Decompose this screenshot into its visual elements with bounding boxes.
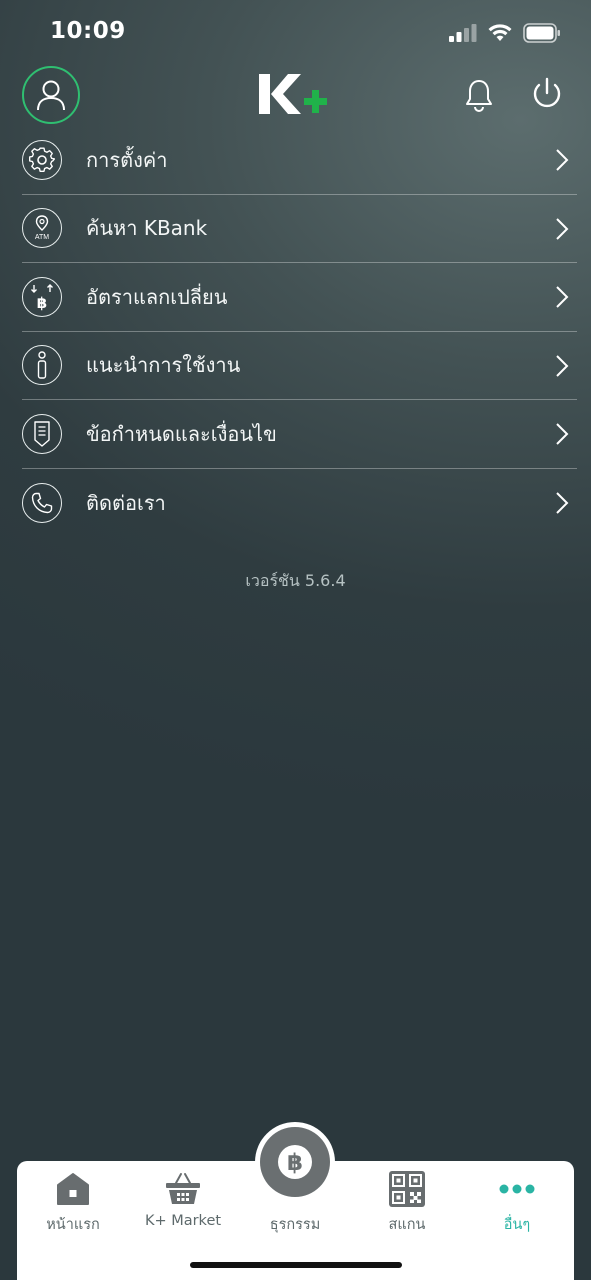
menu-item-exchange-rate[interactable]: ฿ อัตราแลกเปลี่ยน — [22, 263, 577, 332]
atm-location-icon: ATM — [22, 208, 62, 249]
menu-label-settings: การตั้งค่า — [86, 147, 168, 172]
version-text: เวอร์ชัน 5.6.4 — [245, 571, 346, 590]
menu-label-find-kbank: ค้นหา KBank — [86, 216, 208, 241]
chevron-right-icon — [556, 217, 569, 240]
profile-button[interactable] — [22, 66, 80, 124]
chevron-right-icon — [556, 149, 569, 171]
profile-icon — [37, 80, 65, 111]
chevron-right-icon — [556, 423, 569, 445]
exchange-icon: ฿ — [22, 276, 62, 317]
power-icon[interactable] — [530, 76, 564, 112]
tab-label-kplus-market: K+ Market — [144, 1213, 222, 1229]
app-header — [0, 62, 591, 128]
chevron-right-icon — [556, 491, 569, 514]
tab-label-home: หน้าแรก — [46, 1217, 100, 1233]
svg-text:ATM: ATM — [35, 234, 49, 241]
menu-label-guide: แนะนำการใช้งาน — [86, 353, 241, 378]
basket-icon — [166, 1173, 200, 1204]
status-time: 10:09 — [50, 18, 126, 44]
home-icon — [57, 1173, 89, 1205]
menu-item-guide[interactable]: แนะนำการใช้งาน — [22, 332, 577, 400]
menu-label-terms: ข้อกำหนดและเงื่อนไข — [86, 421, 277, 446]
status-bar: 10:09 — [0, 0, 591, 60]
info-icon — [22, 345, 62, 386]
terms-icon — [22, 413, 62, 454]
bottom-tab-bar: หน้าแรก K+ Market ฿ ธุรกรรม สแกน อื่นๆ — [17, 1122, 574, 1280]
menu-item-contact[interactable]: ติดต่อเรา — [22, 469, 577, 538]
tab-home[interactable]: หน้าแรก — [23, 1169, 123, 1236]
phone-icon — [22, 482, 62, 523]
tab-transaction[interactable]: ธุรกรรม — [245, 1169, 345, 1236]
home-indicator[interactable] — [190, 1262, 402, 1268]
menu-item-settings[interactable]: การตั้งค่า — [22, 126, 577, 195]
tab-label-more: อื่นๆ — [503, 1217, 531, 1233]
chevron-right-icon — [556, 354, 569, 377]
menu-label-contact: ติดต่อเรา — [86, 490, 166, 515]
tab-scan[interactable]: สแกน — [357, 1169, 457, 1236]
tab-more[interactable]: อื่นๆ — [467, 1169, 567, 1236]
wifi-icon — [488, 24, 512, 41]
tab-label-transaction: ธุรกรรม — [269, 1217, 321, 1233]
menu-item-find-kbank[interactable]: ATM ค้นหา KBank — [22, 195, 577, 263]
qr-icon — [389, 1171, 425, 1207]
more-icon — [499, 1184, 535, 1194]
settings-menu: การตั้งค่า ATM ค้นหา KBank ฿ อัตราแลกเปล… — [22, 126, 577, 537]
signal-icon — [449, 24, 477, 42]
gear-icon — [22, 139, 62, 180]
tab-kplus-market[interactable]: K+ Market — [133, 1169, 233, 1229]
chevron-right-icon — [556, 286, 569, 308]
menu-label-exchange-rate: อัตราแลกเปลี่ยน — [86, 284, 228, 309]
bell-icon[interactable] — [464, 78, 494, 112]
kplus-logo — [256, 70, 336, 120]
tab-label-scan: สแกน — [388, 1217, 426, 1233]
svg-text:฿: ฿ — [37, 294, 47, 311]
battery-icon — [523, 23, 560, 43]
menu-item-terms[interactable]: ข้อกำหนดและเงื่อนไข — [22, 400, 577, 469]
status-icons — [449, 20, 561, 46]
